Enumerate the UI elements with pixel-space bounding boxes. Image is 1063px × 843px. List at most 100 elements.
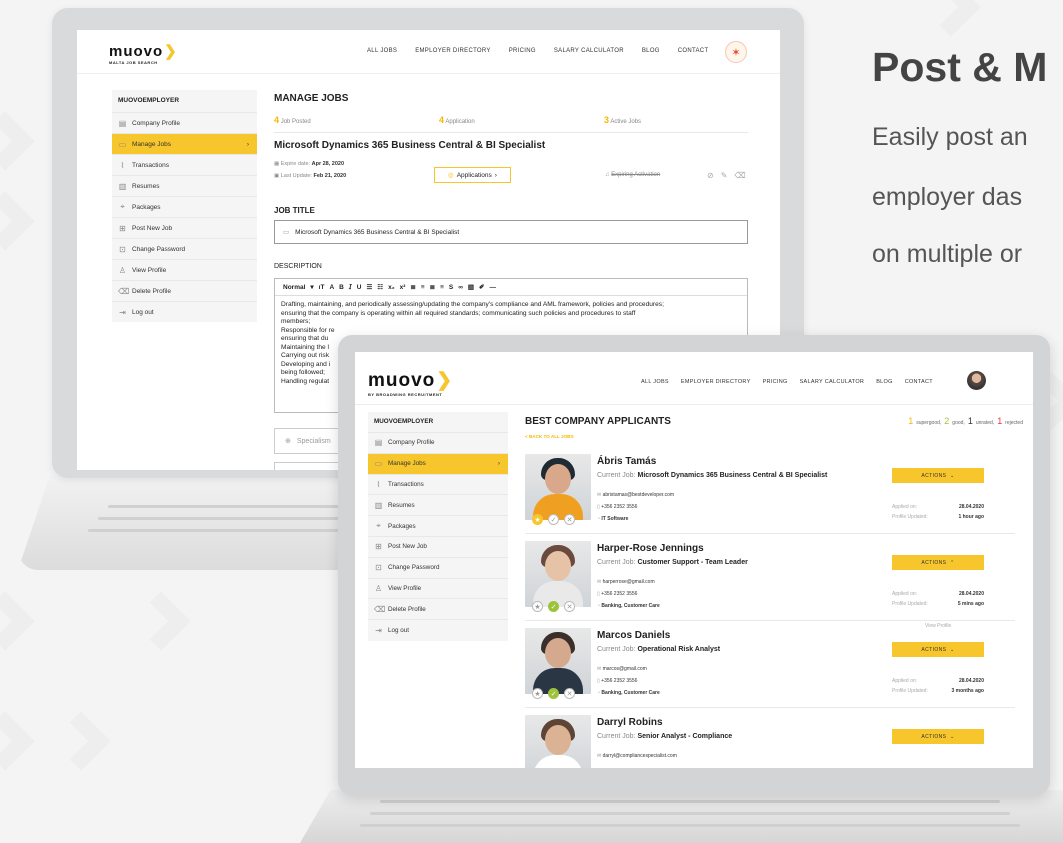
sidebar-item-transactions[interactable]: ⌇ Transactions <box>368 473 508 495</box>
sidebar-item-view-profile[interactable]: ♙ View Profile <box>368 577 508 599</box>
rating-reject-icon[interactable]: ✕ <box>564 688 575 699</box>
applicant-card: ★ ✓ ✕ Marcos Daniels Current Job: Operationa… <box>525 628 1015 708</box>
align-center-icon[interactable]: ≡ <box>421 284 425 291</box>
sidebar-item-company-profile[interactable]: ▤ Company Profile <box>112 112 257 133</box>
hide-icon[interactable]: ⊘ <box>707 171 714 180</box>
italic-icon[interactable]: 𝘐 <box>349 283 352 291</box>
nav-link[interactable]: CONTACT <box>678 48 709 54</box>
bullet-list-icon[interactable]: ☷ <box>377 283 383 291</box>
actions-button[interactable]: ACTIONS ⌄ <box>892 642 984 657</box>
header-logo[interactable]: muovo ❯ BY BROADWING RECRUITMENT <box>368 369 453 398</box>
rating-good-icon[interactable]: ✓ <box>548 514 559 525</box>
rating-reject-icon[interactable]: ✕ <box>564 514 575 525</box>
user-avatar[interactable]: ✶ <box>725 41 747 63</box>
applicant-name[interactable]: Darryl Robins <box>597 717 663 728</box>
sidebar-item-resumes[interactable]: ▥ Resumes <box>112 175 257 196</box>
nav-link[interactable]: EMPLOYER DIRECTORY <box>681 379 751 385</box>
link-icon[interactable]: ∞ <box>458 284 463 291</box>
edit-icon[interactable]: ✎ <box>721 171 728 180</box>
applicant-sector: IT Software <box>601 516 629 522</box>
image-icon[interactable]: ▧ <box>468 283 474 291</box>
sidebar-item-log-out[interactable]: ⇥ Log out <box>368 619 508 640</box>
nav-link[interactable]: PRICING <box>763 379 788 385</box>
actions-button[interactable]: ACTIONS ⌄ <box>892 468 984 483</box>
text-color-icon[interactable]: A <box>329 284 334 291</box>
sidebar-item-log-out[interactable]: ⇥ Log out <box>112 301 257 322</box>
applicant-email[interactable]: marcos@gmail.com <box>603 666 647 672</box>
applicant-email[interactable]: darryl@compliancespecialist.com <box>603 753 677 759</box>
sidebar-item-manage-jobs[interactable]: ▭ Manage Jobs › <box>368 452 508 474</box>
sidebar-item-transactions[interactable]: ⌇ Transactions <box>112 154 257 175</box>
logout-icon: ⇥ <box>375 625 382 635</box>
sidebar-item-view-profile[interactable]: ♙ View Profile <box>112 259 257 280</box>
applicant-email[interactable]: harperrose@gmail.com <box>603 579 655 585</box>
justify-icon[interactable]: ≡ <box>440 284 444 291</box>
align-left-icon[interactable]: ≣ <box>410 283 415 291</box>
clear-format-icon[interactable]: ✐ <box>479 283 484 291</box>
rating-star-icon[interactable]: ★ <box>532 601 543 612</box>
sidebar-item-post-new-job[interactable]: ⊞ Post New Job <box>368 535 508 557</box>
sidebar-item-change-password[interactable]: ⊡ Change Password <box>368 556 508 578</box>
underline-icon[interactable]: U <box>357 284 362 291</box>
user-avatar[interactable] <box>967 371 986 390</box>
job-heading[interactable]: Microsoft Dynamics 365 Business Central … <box>274 140 545 151</box>
job-stat: 3 Active Jobs <box>604 115 642 125</box>
applicant-photo[interactable] <box>525 628 591 694</box>
bg-chevron <box>131 591 191 651</box>
applicant-name[interactable]: Marcos Daniels <box>597 630 670 641</box>
nav-link[interactable]: ALL JOBS <box>367 48 397 54</box>
sidebar-item-post-new-job[interactable]: ⊞ Post New Job <box>112 217 257 238</box>
calendar-icon: ▦ <box>274 161 280 167</box>
sidebar-item-resumes[interactable]: ▥ Resumes <box>368 494 508 515</box>
font-size-icon[interactable]: ıT <box>319 284 325 291</box>
applicant-name[interactable]: Harper-Rose Jennings <box>597 543 704 554</box>
phone-icon: ▯ <box>597 504 600 510</box>
applicant-photo[interactable] <box>525 541 591 607</box>
rating-good-icon[interactable]: ✓ <box>548 601 559 612</box>
applicant-current-job: Current Job: Operational Risk Analyst <box>597 646 721 653</box>
applicant-photo[interactable] <box>525 454 591 520</box>
strike-icon[interactable]: S <box>449 284 453 291</box>
applicant-photo[interactable] <box>525 715 591 768</box>
sidebar-item-packages[interactable]: ⌖ Packages <box>368 515 508 536</box>
superscript-icon[interactable]: x² <box>400 284 406 291</box>
sidebar-item-delete-profile[interactable]: ⌫ Delete Profile <box>112 280 257 301</box>
nav-link[interactable]: SALARY CALCULATOR <box>800 379 865 385</box>
rating-good-icon[interactable]: ✓ <box>548 688 559 699</box>
back-link[interactable]: < BACK TO ALL JOBS <box>525 434 574 439</box>
rating-reject-icon[interactable]: ✕ <box>564 601 575 612</box>
briefcase-icon: ▭ <box>374 459 383 469</box>
rating-star-icon[interactable]: ★ <box>532 514 543 525</box>
sidebar-item-company-profile[interactable]: ▤ Company Profile <box>368 432 508 453</box>
sidebar-item-change-password[interactable]: ⊡ Change Password <box>112 238 257 259</box>
applicant-name[interactable]: Ábris Tamás <box>597 456 656 467</box>
trash-icon[interactable]: ⌫ <box>734 171 745 180</box>
sidebar-item-manage-jobs[interactable]: ▭ Manage Jobs › <box>112 133 257 154</box>
applications-button[interactable]: ◎ Applications › <box>434 167 511 183</box>
nav-link[interactable]: BLOG <box>642 48 660 54</box>
actions-button[interactable]: ACTIONS ⌃ <box>892 555 984 570</box>
sidebar-item-label: Transactions <box>132 161 169 169</box>
nav-link[interactable]: CONTACT <box>905 379 933 385</box>
page-title: MANAGE JOBS <box>274 93 349 104</box>
subscript-icon[interactable]: x₂ <box>388 284 395 291</box>
header-logo[interactable]: muovo ❯ MALTA JOB SEARCH <box>109 42 178 66</box>
nav-link[interactable]: PRICING <box>509 48 536 54</box>
rule-icon[interactable]: — <box>490 284 497 291</box>
sidebar-item-packages[interactable]: ⌖ Packages <box>112 196 257 217</box>
ordered-list-icon[interactable]: ☰ <box>366 283 372 291</box>
nav-link[interactable]: SALARY CALCULATOR <box>554 48 624 54</box>
actions-button[interactable]: ACTIONS ⌄ <box>892 729 984 744</box>
job-title-input[interactable]: ▭ Microsoft Dynamics 365 Business Central… <box>274 220 748 244</box>
nav-link[interactable]: EMPLOYER DIRECTORY <box>415 48 491 54</box>
rating-star-icon[interactable]: ★ <box>532 688 543 699</box>
align-right-icon[interactable]: ≣ <box>430 283 435 291</box>
nav-link[interactable]: BLOG <box>876 379 892 385</box>
applicant-email[interactable]: abristamas@bestdeveloper.com <box>603 492 675 498</box>
sidebar-item-label: Packages <box>388 522 416 530</box>
style-select[interactable]: Normal <box>283 284 305 291</box>
bold-icon[interactable]: B <box>339 284 344 291</box>
lock-icon: ⊡ <box>119 244 126 254</box>
nav-link[interactable]: ALL JOBS <box>641 379 669 385</box>
sidebar-item-delete-profile[interactable]: ⌫ Delete Profile <box>368 598 508 619</box>
